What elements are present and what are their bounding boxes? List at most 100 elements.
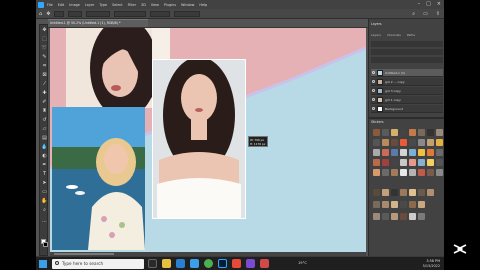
app-icon[interactable]: [232, 259, 241, 268]
sticker-item[interactable]: [409, 201, 416, 208]
tab-layers[interactable]: Layers: [371, 33, 381, 37]
home-icon[interactable]: ⌂: [39, 11, 42, 17]
sticker-item[interactable]: [382, 139, 389, 146]
align-buttons[interactable]: [114, 10, 147, 17]
sticker-item[interactable]: [382, 201, 389, 208]
blend-mode-bar[interactable]: [371, 49, 443, 55]
layer-row[interactable]: girl 2 ... copy: [371, 78, 443, 86]
eyedropper-tool-icon[interactable]: ⁄: [41, 81, 48, 88]
search-icon[interactable]: ⌕: [412, 11, 415, 17]
sticker-item[interactable]: [391, 139, 398, 146]
menu-plugins[interactable]: Plugins: [164, 3, 176, 7]
minimize-icon[interactable]: –: [418, 1, 421, 7]
auto-select-checkbox[interactable]: [54, 10, 65, 17]
sticker-item[interactable]: [418, 189, 425, 196]
share-icon[interactable]: ⇪: [436, 11, 440, 17]
type-tool-icon[interactable]: T: [41, 171, 48, 178]
sticker-item[interactable]: [427, 159, 434, 166]
sticker-item[interactable]: [400, 159, 407, 166]
rectangle-tool-icon[interactable]: ▭: [41, 189, 48, 196]
layer-row[interactable]: Untitled-1 (1): [371, 69, 443, 77]
sticker-item[interactable]: [400, 189, 407, 196]
sticker-item[interactable]: [418, 169, 425, 176]
sticker-item[interactable]: [418, 129, 425, 136]
photoshop-logo-icon[interactable]: [38, 1, 44, 8]
sticker-item[interactable]: [409, 213, 416, 220]
sticker-item[interactable]: [436, 139, 443, 146]
brush-tool-icon[interactable]: ✐: [41, 99, 48, 106]
menu-select[interactable]: Select: [112, 3, 122, 7]
sticker-item[interactable]: [400, 213, 407, 220]
sticker-item[interactable]: [391, 129, 398, 136]
sticker-item[interactable]: [418, 139, 425, 146]
document-tab[interactable]: Untitled-1 @ 50.2% (Untitled-1 (1), RGB/…: [48, 19, 148, 27]
sticker-item[interactable]: [391, 149, 398, 156]
marquee-tool-icon[interactable]: ⬚: [41, 36, 48, 43]
eraser-tool-icon[interactable]: ▱: [41, 126, 48, 133]
background-color-swatch[interactable]: [43, 242, 48, 247]
layer-row[interactable]: girl 1 copy: [371, 96, 443, 104]
sticker-item[interactable]: [418, 201, 425, 208]
maximize-icon[interactable]: □: [426, 1, 431, 7]
sticker-item[interactable]: [418, 149, 425, 156]
layer-dropdown[interactable]: [68, 10, 83, 17]
path-selection-tool-icon[interactable]: ➤: [41, 180, 48, 187]
sticker-item[interactable]: [436, 129, 443, 136]
app-icon[interactable]: [246, 259, 255, 268]
stickers-panel-title[interactable]: Stickers: [371, 120, 384, 124]
sticker-item[interactable]: [436, 149, 443, 156]
task-view-icon[interactable]: [148, 259, 157, 268]
move-tool-icon[interactable]: ✥: [41, 27, 48, 34]
tab-channels[interactable]: Channels: [387, 33, 401, 37]
photo-layer-girl-2[interactable]: [52, 107, 145, 250]
menu-3d[interactable]: 3D: [141, 3, 146, 7]
quick-select-tool-icon[interactable]: ✎: [41, 54, 48, 61]
menu-window[interactable]: Window: [181, 3, 194, 7]
sticker-item[interactable]: [409, 169, 416, 176]
document-canvas[interactable]: W: 706 px H: 1176 px: [50, 28, 366, 252]
sticker-item[interactable]: [400, 129, 407, 136]
windows-start-icon[interactable]: [39, 260, 47, 268]
sticker-item[interactable]: [391, 159, 398, 166]
pen-tool-icon[interactable]: ✒: [41, 162, 48, 169]
layer-row[interactable]: girl 3 copy: [371, 87, 443, 95]
app-icon[interactable]: [260, 259, 269, 268]
sticker-item[interactable]: [400, 139, 407, 146]
photo-layer-girl-3[interactable]: [152, 59, 246, 219]
file-explorer-icon[interactable]: [162, 259, 171, 268]
layer-row[interactable]: Background: [371, 105, 443, 113]
weather-widget[interactable]: 19°C: [298, 261, 307, 265]
sticker-item[interactable]: [373, 201, 380, 208]
sticker-item[interactable]: [382, 149, 389, 156]
sticker-item[interactable]: [400, 149, 407, 156]
sticker-item[interactable]: [382, 169, 389, 176]
menu-edit[interactable]: Edit: [58, 3, 65, 7]
history-brush-tool-icon[interactable]: ↺: [41, 117, 48, 124]
layers-panel-title[interactable]: Layers: [371, 22, 382, 26]
sticker-item[interactable]: [373, 189, 380, 196]
sticker-item[interactable]: [409, 129, 416, 136]
menu-type[interactable]: Type: [99, 3, 107, 7]
sticker-item[interactable]: [400, 201, 407, 208]
sticker-item[interactable]: [382, 213, 389, 220]
clone-stamp-tool-icon[interactable]: ♜: [41, 108, 48, 115]
sticker-item[interactable]: [418, 213, 425, 220]
menu-file[interactable]: File: [47, 3, 53, 7]
eye-icon[interactable]: [372, 98, 375, 101]
sticker-item[interactable]: [382, 159, 389, 166]
lock-bar[interactable]: [371, 57, 443, 63]
close-icon[interactable]: ×: [437, 1, 441, 7]
taskbar-search-box[interactable]: Type here to search: [52, 259, 144, 269]
crop-tool-icon[interactable]: ⌗: [41, 63, 48, 70]
workspace-icon[interactable]: ▭: [423, 11, 428, 17]
tab-paths[interactable]: Paths: [407, 33, 415, 37]
menu-filter[interactable]: Filter: [128, 3, 136, 7]
sticker-item[interactable]: [427, 139, 434, 146]
healing-brush-tool-icon[interactable]: ✚: [41, 90, 48, 97]
sticker-item[interactable]: [391, 189, 398, 196]
sticker-item[interactable]: [400, 169, 407, 176]
sticker-item[interactable]: [373, 129, 380, 136]
sticker-item[interactable]: [427, 129, 434, 136]
distribute-buttons[interactable]: [150, 10, 171, 17]
menu-layer[interactable]: Layer: [85, 3, 94, 7]
